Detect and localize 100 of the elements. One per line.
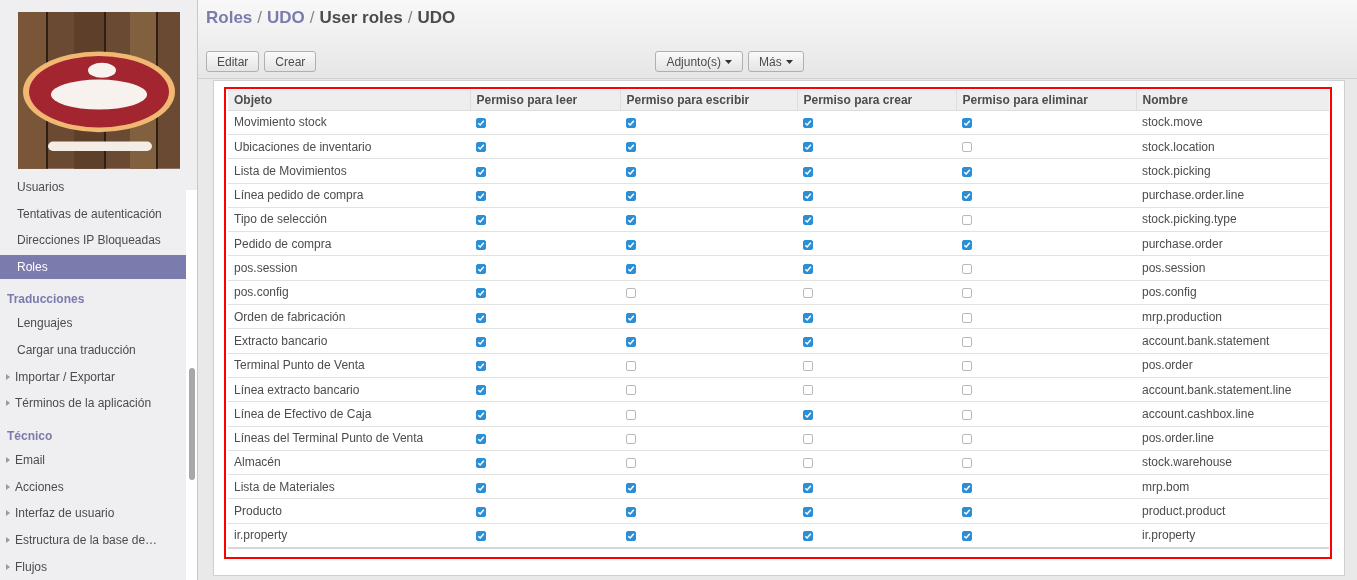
table-cell: pos.order <box>1136 353 1329 378</box>
checkbox[interactable] <box>626 263 636 274</box>
menu-item[interactable]: Estructura de la base de… <box>0 526 186 554</box>
checkbox[interactable] <box>803 215 813 226</box>
checkbox[interactable] <box>476 118 486 129</box>
checkbox[interactable] <box>476 142 486 153</box>
checkbox[interactable] <box>626 361 636 372</box>
checkbox[interactable] <box>476 166 486 177</box>
checkbox[interactable] <box>626 458 636 469</box>
menu-item[interactable]: Tentativas de autenticación <box>0 200 186 228</box>
column-header[interactable]: Objeto <box>228 89 470 111</box>
menu-item[interactable]: Roles <box>0 254 186 279</box>
checkbox[interactable] <box>962 142 972 153</box>
checkbox[interactable] <box>962 166 972 177</box>
checkbox[interactable] <box>626 118 636 129</box>
checkbox[interactable] <box>476 215 486 226</box>
checkbox[interactable] <box>803 263 813 274</box>
checkbox[interactable] <box>476 434 486 444</box>
checkbox[interactable] <box>803 118 813 129</box>
checkbox[interactable] <box>626 434 636 444</box>
checkbox[interactable] <box>962 336 972 347</box>
breadcrumb-link[interactable]: UDO <box>267 8 305 28</box>
checkbox[interactable] <box>803 191 813 201</box>
column-header[interactable]: Permiso para eliminar <box>956 89 1136 111</box>
checkbox[interactable] <box>476 506 486 517</box>
checkbox[interactable] <box>962 191 972 201</box>
scrollbar-thumb[interactable] <box>188 368 195 480</box>
checkbox[interactable] <box>626 239 636 250</box>
menu-item[interactable]: Email <box>0 446 186 474</box>
checkbox[interactable] <box>962 531 972 542</box>
column-header[interactable]: Permiso para escribir <box>620 89 797 111</box>
checkbox[interactable] <box>626 312 636 323</box>
dropdown-button[interactable]: Más <box>748 51 804 72</box>
column-header[interactable]: Permiso para crear <box>797 89 956 111</box>
scrollbar-track[interactable] <box>186 190 197 580</box>
checkbox[interactable] <box>962 215 972 226</box>
checkbox[interactable] <box>803 506 813 517</box>
checkbox[interactable] <box>803 166 813 177</box>
checkbox[interactable] <box>476 191 486 201</box>
checkbox[interactable] <box>476 409 486 420</box>
checkbox[interactable] <box>476 336 486 347</box>
menu-item[interactable]: Interfaz de usuario <box>0 499 186 527</box>
menu-item[interactable]: Usuarios <box>0 173 186 201</box>
toolbar-button[interactable]: Editar <box>206 51 260 72</box>
checkbox[interactable] <box>803 142 813 153</box>
menu-item[interactable]: Lenguajes <box>0 309 186 337</box>
checkbox[interactable] <box>476 458 486 469</box>
checkbox[interactable] <box>962 409 972 420</box>
checkbox[interactable] <box>626 409 636 420</box>
checkbox[interactable] <box>803 434 813 444</box>
checkbox[interactable] <box>803 409 813 420</box>
checkbox[interactable] <box>626 482 636 493</box>
checkbox[interactable] <box>626 531 636 542</box>
menu-item[interactable]: Direcciones IP Bloqueadas <box>0 227 186 254</box>
checkbox[interactable] <box>962 482 972 493</box>
checkbox[interactable] <box>962 434 972 444</box>
checkbox[interactable] <box>803 531 813 542</box>
checkbox[interactable] <box>803 361 813 372</box>
column-header[interactable]: Nombre <box>1136 89 1329 111</box>
checkbox[interactable] <box>476 385 486 396</box>
checkbox[interactable] <box>962 239 972 250</box>
checkbox[interactable] <box>803 239 813 250</box>
breadcrumb-link[interactable]: Roles <box>206 8 253 28</box>
checkbox[interactable] <box>626 336 636 347</box>
checkbox[interactable] <box>626 506 636 517</box>
checkbox[interactable] <box>962 385 972 396</box>
checkbox[interactable] <box>962 118 972 129</box>
checkbox[interactable] <box>626 385 636 396</box>
menu-item[interactable]: Importar / Exportar <box>0 363 186 390</box>
menu-item[interactable]: Acciones <box>0 473 186 500</box>
checkbox[interactable] <box>803 385 813 396</box>
checkbox[interactable] <box>803 288 813 299</box>
menu-item[interactable]: Flujos <box>0 553 186 580</box>
checkbox[interactable] <box>962 458 972 469</box>
dropdown-button[interactable]: Adjunto(s) <box>655 51 744 72</box>
checkbox[interactable] <box>476 263 486 274</box>
checkbox[interactable] <box>626 215 636 226</box>
checkbox[interactable] <box>803 312 813 323</box>
menu-item[interactable]: Términos de la aplicación <box>0 389 186 417</box>
checkbox[interactable] <box>626 142 636 153</box>
checkbox[interactable] <box>476 239 486 250</box>
checkbox[interactable] <box>962 361 972 372</box>
menu-item[interactable]: Cargar una traducción <box>0 336 186 364</box>
checkbox[interactable] <box>626 191 636 201</box>
checkbox[interactable] <box>803 482 813 493</box>
column-header[interactable]: Permiso para leer <box>470 89 620 111</box>
checkbox[interactable] <box>476 531 486 542</box>
checkbox[interactable] <box>476 482 486 493</box>
checkbox[interactable] <box>626 166 636 177</box>
checkbox[interactable] <box>476 361 486 372</box>
checkbox[interactable] <box>962 263 972 274</box>
checkbox[interactable] <box>962 312 972 323</box>
checkbox[interactable] <box>962 288 972 299</box>
checkbox[interactable] <box>962 506 972 517</box>
checkbox[interactable] <box>476 312 486 323</box>
checkbox[interactable] <box>476 288 486 299</box>
checkbox[interactable] <box>803 458 813 469</box>
checkbox[interactable] <box>626 288 636 299</box>
checkbox[interactable] <box>803 336 813 347</box>
toolbar-button[interactable]: Crear <box>264 51 317 72</box>
